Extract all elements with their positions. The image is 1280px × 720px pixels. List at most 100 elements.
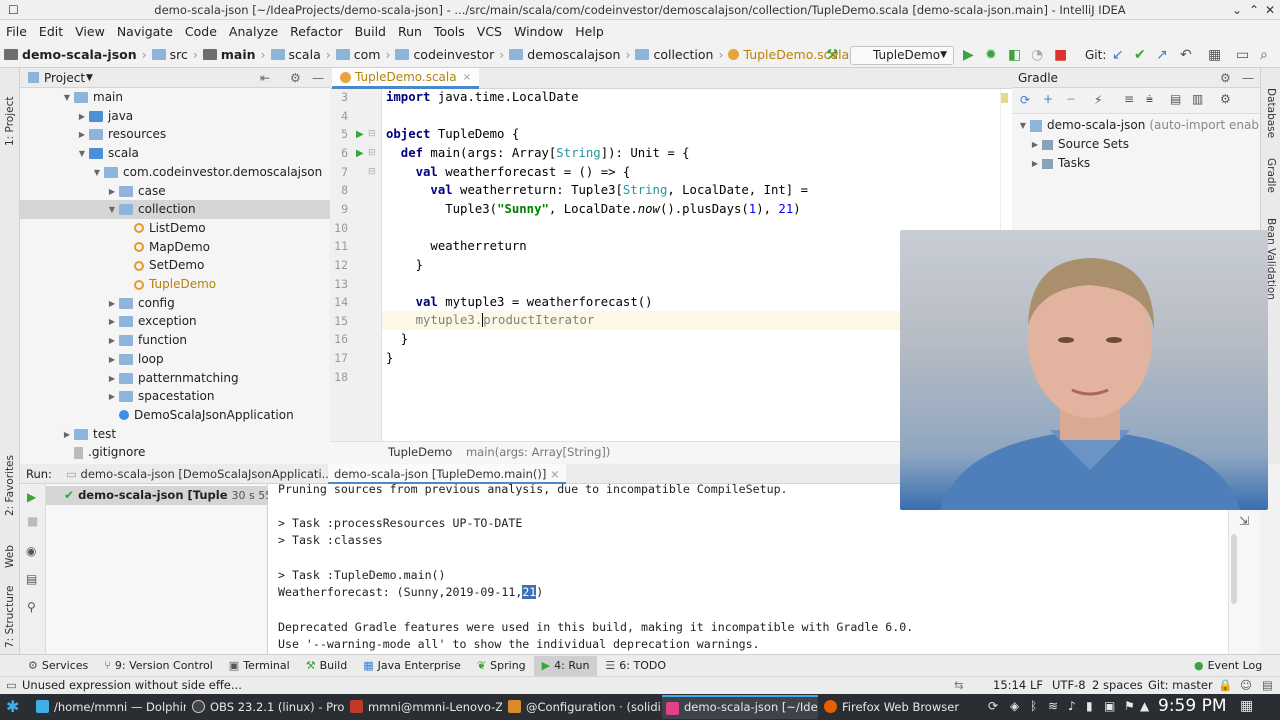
breadcrumb-com[interactable]: com: [354, 47, 381, 62]
tree-node[interactable]: ▼ main: [20, 88, 330, 107]
close-tab-icon[interactable]: ×: [463, 68, 471, 87]
pin-icon[interactable]: ⚲: [27, 600, 36, 614]
build-tool-button[interactable]: ⚒ Build: [298, 656, 356, 676]
git-update-icon[interactable]: ↙: [1112, 47, 1124, 63]
hide-panel-icon[interactable]: —: [312, 68, 324, 88]
version-control-tool-button[interactable]: ⑂ 9: Version Control: [96, 656, 221, 676]
tray-notify-icon[interactable]: ⚑: [1124, 699, 1135, 713]
chevron-down-icon[interactable]: ▼: [75, 144, 89, 163]
tree-node[interactable]: ▶ patternmatching: [20, 369, 330, 388]
tree-node[interactable]: ▶ loop: [20, 350, 330, 369]
tray-volume-icon[interactable]: ♪: [1068, 699, 1076, 713]
database-tool-button[interactable]: Database: [1265, 88, 1277, 138]
menu-navigate[interactable]: Navigate: [111, 24, 179, 39]
task-terminal[interactable]: mmni@mmni-Lenovo-Z7...: [346, 695, 502, 719]
tray-bluetooth-icon[interactable]: ᛒ: [1030, 699, 1037, 713]
editor-breadcrumb-method[interactable]: main(args: Array[String]): [466, 445, 610, 459]
services-tool-button[interactable]: ⚙ Services: [20, 656, 96, 676]
tree-node[interactable]: ▶ case: [20, 182, 330, 201]
collapse-all-icon[interactable]: ⇤: [260, 68, 270, 88]
chevron-right-icon[interactable]: ▶: [105, 350, 119, 369]
task-dolphin[interactable]: /home/mmni — Dolphin: [32, 695, 186, 719]
settings-icon[interactable]: ⚙: [1220, 92, 1231, 106]
gradle-source-sets[interactable]: ▶ Source Sets: [1028, 135, 1129, 154]
chevron-right-icon[interactable]: ▶: [75, 107, 89, 126]
gradle-execute-icon[interactable]: ⚡: [1094, 93, 1102, 107]
todo-tool-button[interactable]: ☰ 6: TODO: [597, 656, 674, 676]
menu-edit[interactable]: Edit: [33, 24, 69, 39]
run-gutter-icon[interactable]: ▶: [356, 129, 364, 140]
structure-tool-button[interactable]: 7: Structure: [4, 578, 16, 648]
chevron-down-icon[interactable]: ▼: [90, 163, 104, 182]
minimize-icon[interactable]: ⌄: [1232, 0, 1242, 20]
status-toggle-icon[interactable]: ▭: [6, 677, 17, 694]
gradle-tool-button[interactable]: Gradle: [1265, 158, 1277, 193]
lock-icon[interactable]: 🔒: [1218, 677, 1232, 694]
hide-panel-icon[interactable]: —: [1242, 68, 1254, 88]
tree-node[interactable]: MapDemo: [20, 238, 330, 257]
chevron-right-icon[interactable]: ▶: [105, 182, 119, 201]
menu-code[interactable]: Code: [179, 24, 223, 39]
show-dependencies-icon[interactable]: ▥: [1192, 92, 1203, 106]
menu-run[interactable]: Run: [392, 24, 428, 39]
task-solidity[interactable]: @Configuration · (solidity...: [504, 695, 660, 719]
tree-node[interactable]: ▶ java: [20, 107, 330, 126]
tray-battery-icon[interactable]: ▮: [1086, 699, 1093, 713]
project-tool-button[interactable]: 1: Project: [4, 76, 16, 146]
line-separator[interactable]: LF: [1030, 677, 1043, 694]
tree-node[interactable]: ▶ test: [20, 425, 330, 444]
run-icon[interactable]: ▶: [963, 47, 974, 63]
chevron-down-icon[interactable]: ▼: [60, 88, 74, 107]
menu-tools[interactable]: Tools: [428, 24, 471, 39]
eye-icon[interactable]: ◉: [26, 544, 36, 558]
indent-setting[interactable]: 2 spaces: [1092, 677, 1143, 694]
tray-shield-icon[interactable]: ◈: [1010, 699, 1019, 713]
group-icon[interactable]: ▤: [1170, 92, 1181, 106]
add-icon[interactable]: +: [1043, 92, 1053, 106]
breadcrumb-collection[interactable]: collection: [653, 47, 713, 62]
chevron-right-icon[interactable]: ▶: [60, 425, 74, 444]
tray-expand-icon[interactable]: ▲: [1140, 699, 1149, 713]
file-encoding[interactable]: UTF-8: [1052, 677, 1086, 694]
gear-icon[interactable]: ⚙: [1220, 68, 1231, 88]
inspector-icon[interactable]: ☺: [1240, 677, 1252, 694]
chevron-right-icon[interactable]: ▶: [105, 294, 119, 313]
tree-node[interactable]: ▶ config: [20, 294, 330, 313]
collapse-all-icon[interactable]: ⩧: [1146, 92, 1153, 107]
kde-launcher-icon[interactable]: ✱: [6, 697, 19, 716]
fold-icon[interactable]: ⊟: [368, 167, 376, 177]
menu-window[interactable]: Window: [508, 24, 569, 39]
caret-position[interactable]: 15:14: [993, 677, 1026, 694]
gradle-tasks[interactable]: ▶ Tasks: [1028, 154, 1090, 173]
editor-breadcrumb-object[interactable]: TupleDemo: [388, 445, 452, 459]
desktop-icon[interactable]: ▦: [1240, 698, 1253, 714]
menu-help[interactable]: Help: [569, 24, 610, 39]
tree-node[interactable]: ▶ exception: [20, 312, 330, 331]
tree-node[interactable]: SetDemo: [20, 256, 330, 275]
breadcrumb-main[interactable]: main: [221, 47, 256, 62]
terminal-tool-button[interactable]: ▣ Terminal: [221, 656, 298, 676]
menu-vcs[interactable]: VCS: [471, 24, 508, 39]
tree-node[interactable]: TupleDemo: [20, 275, 330, 294]
chevron-right-icon[interactable]: ▶: [105, 331, 119, 350]
task-obs[interactable]: OBS 23.2.1 (linux) - Profile...: [188, 695, 344, 719]
spring-tool-button[interactable]: ❦ Spring: [469, 656, 534, 676]
close-icon[interactable]: ✕: [1265, 0, 1275, 20]
git-branch[interactable]: Git: master: [1148, 677, 1213, 694]
rerun-icon[interactable]: ▶: [27, 490, 36, 504]
tree-node[interactable]: ▼ collection: [20, 200, 330, 220]
soft-wrap-icon[interactable]: ⇲: [1239, 514, 1249, 528]
tree-node[interactable]: ListDemo: [20, 219, 330, 238]
task-intellij[interactable]: demo-scala-json [~/IdeaP...: [662, 695, 818, 719]
run-tab-application[interactable]: ▭ demo-scala-json [DemoScalaJsonApplicat…: [60, 464, 352, 484]
web-tool-button[interactable]: Web: [4, 528, 16, 568]
run-configuration-select[interactable]: TupleDemo ▼: [850, 46, 954, 65]
tray-wifi-icon[interactable]: ≋: [1048, 699, 1058, 713]
remove-icon[interactable]: −: [1066, 92, 1076, 106]
menu-analyze[interactable]: Analyze: [223, 24, 284, 39]
project-structure-icon[interactable]: ▦: [1208, 47, 1221, 63]
run-tree-item[interactable]: ✔ demo-scala-json [Tuple 30 s 557 ms: [46, 486, 299, 505]
notifications-icon[interactable]: ▤: [1262, 677, 1273, 694]
run-tool-button[interactable]: ▶ 4: Run: [533, 655, 598, 676]
stop-icon[interactable]: ■: [27, 514, 38, 528]
